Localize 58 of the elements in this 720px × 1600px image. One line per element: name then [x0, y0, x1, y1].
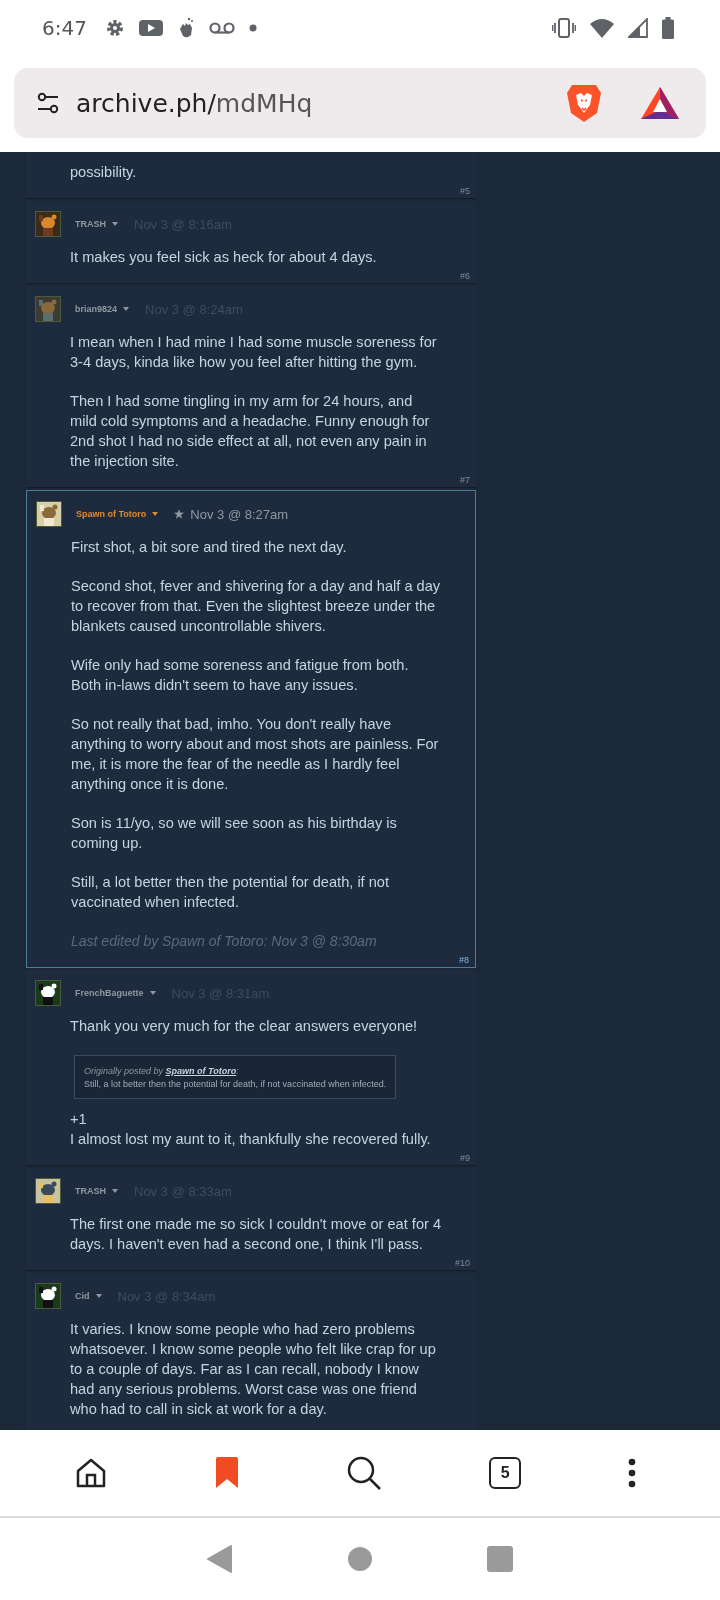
- author-name[interactable]: FrenchBaguette: [75, 988, 144, 998]
- comment-text: Wife only had some soreness and fatigue from both. Both in-laws didn't seem to have any issues.: [71, 656, 410, 695]
- dot-icon: [248, 24, 257, 32]
- voicemail-icon: [208, 21, 235, 35]
- comment-text: So not really that bad, imho. You don't really have anything to worry about and most shots are painless. For me, it is more the fear of the needle as I hardly feel anything once it is done.: [71, 715, 440, 794]
- comment-text: Son is 11/yo, so we will see soon as his birthday is coming up.: [71, 814, 398, 853]
- lion-shield-icon[interactable]: [566, 83, 602, 123]
- comment-text: First shot, a bit sore and tired the next day.: [71, 538, 348, 557]
- author-name[interactable]: Cid: [75, 1291, 90, 1301]
- comment-text: It varies. I know some people who had zero problems whatsoever. I know some people who felt like crap for up to a couple of days. Far as I can recall, nobody I know had any serious problems. Worst case was one friend who had to call in sick at work for a day.: [70, 1320, 437, 1419]
- bookmark-icon[interactable]: [214, 1457, 239, 1489]
- signal-icon: [628, 18, 648, 38]
- triangle-logo-icon[interactable]: [640, 86, 680, 120]
- quote-label: Originally posted by: [84, 1066, 164, 1076]
- vibrate-icon: [552, 18, 576, 38]
- comment-text: Then I had some tingling in my arm for 24 hours, and mild cold symptoms and a headache. Funny enough for 2nd shot I had no side effect at all, not even any pain in the injection site.: [70, 392, 431, 471]
- wifi-icon: [590, 18, 614, 38]
- post-number[interactable]: #6: [460, 271, 470, 281]
- author-name[interactable]: brian9824: [75, 304, 118, 314]
- comment-text: Still, a lot better then the potential for death, if not vaccinated when infected.: [71, 873, 391, 912]
- post-number[interactable]: #7: [460, 475, 470, 485]
- caret-icon[interactable]: [123, 307, 130, 311]
- caret-icon[interactable]: [112, 222, 118, 226]
- post-number[interactable]: #9: [460, 1153, 470, 1163]
- comment-text: I mean when I had mine I had some muscle soreness for 3-4 days, kinda like how you feel after hitting the gym.: [70, 333, 438, 372]
- comment-text: possibility.: [70, 163, 138, 182]
- post-date: Nov 3 @ 8:27am: [190, 506, 289, 522]
- clock-time: 6:47: [42, 16, 87, 40]
- colon-text: :: [236, 1066, 239, 1076]
- comment-text: Thank you very much for the clear answers everyone!: [70, 1017, 419, 1036]
- search-icon[interactable]: [345, 1455, 382, 1491]
- comment-text: I almost lost my aunt to it, thankfully she recovered fully.: [70, 1130, 432, 1149]
- comment-text: It makes you feel sick as heck for about 4 days.: [70, 248, 378, 267]
- caret-icon[interactable]: [95, 1294, 102, 1298]
- post-number[interactable]: #10: [454, 1258, 470, 1268]
- quote-text: Still, a lot better then the potential for death, if not vaccinated when infected.: [84, 1078, 387, 1091]
- post-number[interactable]: #5: [460, 186, 470, 196]
- comment-text: +1: [70, 1110, 88, 1129]
- tab-count-button[interactable]: 5: [489, 1457, 522, 1489]
- sliders-icon[interactable]: [36, 91, 60, 115]
- post-number[interactable]: #8: [459, 955, 469, 965]
- comment-text: The first one made me so sick I couldn't move or eat for 4 days. I haven't even had a second one, I think I'll pass.: [70, 1215, 442, 1254]
- author-name[interactable]: TRASH: [75, 219, 106, 229]
- caret-icon[interactable]: [152, 512, 159, 516]
- comment-text: Second shot, fever and shivering for a day and half a day to recover from that. Even the slightest breeze under the blankets caused uncontrollable shivers.: [71, 577, 441, 636]
- caret-icon[interactable]: [149, 991, 156, 995]
- address-bar[interactable]: archive.ph/mdMHq: [14, 68, 706, 138]
- caret-icon[interactable]: [112, 1189, 118, 1193]
- battery-icon: [662, 17, 674, 39]
- back-icon[interactable]: [207, 1545, 233, 1573]
- home-circle-icon[interactable]: [347, 1546, 373, 1572]
- edit-note: Last edited by Spawn of Totoro: Nov 3 @ 8:30am: [71, 932, 378, 951]
- gear-icon: [104, 18, 125, 38]
- url-text: archive.ph/mdMHq: [76, 88, 313, 118]
- video-play-icon: [138, 19, 163, 37]
- author-name[interactable]: TRASH: [75, 1186, 106, 1196]
- more-icon[interactable]: [628, 1458, 637, 1488]
- author-name[interactable]: Spawn of Totoro: [76, 509, 147, 519]
